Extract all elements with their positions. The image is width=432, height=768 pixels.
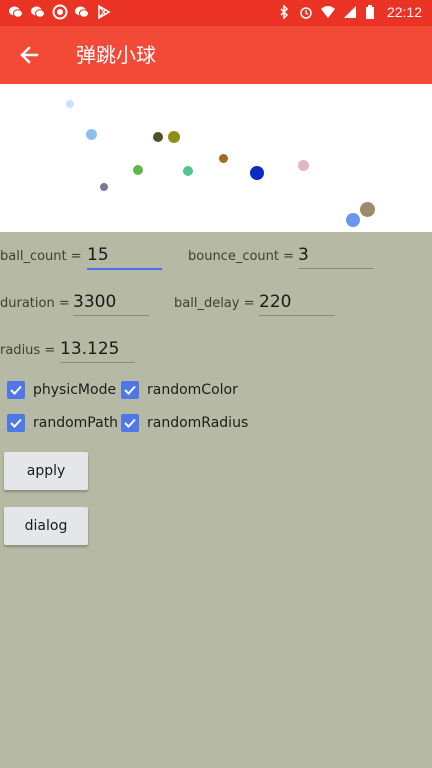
- bounce-count-label: bounce_count =: [188, 249, 295, 264]
- checkbox-random-path[interactable]: randomPath: [7, 414, 118, 432]
- bounce-count-field[interactable]: 3: [298, 242, 374, 269]
- wechat-icon: [8, 4, 24, 20]
- ball-count-field[interactable]: 15: [87, 242, 162, 270]
- bluetooth-icon: [277, 4, 291, 20]
- page-title: 弹跳小球: [76, 43, 156, 67]
- duration-label: duration =: [0, 296, 70, 311]
- ball: [133, 165, 143, 175]
- status-bar: 22:12: [0, 0, 432, 26]
- ball: [168, 131, 180, 143]
- ball: [183, 166, 193, 176]
- wechat-icon: [74, 4, 90, 20]
- signal-icon: [343, 5, 357, 19]
- checkbox-checked-icon: [121, 414, 139, 432]
- checkbox-checked-icon: [7, 414, 25, 432]
- app-bar: 弹跳小球: [0, 26, 432, 84]
- ball: [86, 129, 97, 140]
- wechat-icon: [30, 4, 46, 20]
- ball-canvas: [0, 84, 432, 232]
- ball: [298, 160, 309, 171]
- checkbox-physic-mode[interactable]: physicMode: [7, 381, 116, 399]
- battery-icon: [365, 5, 379, 19]
- circle-icon: [52, 4, 68, 20]
- wifi-icon: [320, 5, 335, 19]
- back-button[interactable]: [14, 40, 44, 70]
- checkbox-label: randomColor: [147, 382, 238, 398]
- checkbox-random-color[interactable]: randomColor: [121, 381, 238, 399]
- clock: 22:12: [386, 4, 422, 20]
- alarm-icon: [299, 5, 313, 19]
- ball: [100, 183, 108, 191]
- radius-field[interactable]: 13.125: [60, 336, 135, 363]
- checkbox-label: randomPath: [33, 415, 119, 431]
- apply-button[interactable]: apply: [4, 452, 88, 490]
- checkbox-checked-icon: [121, 381, 139, 399]
- arrow-back-icon: [14, 46, 44, 74]
- checkbox-label: randomRadius: [147, 415, 249, 431]
- ball: [250, 166, 264, 180]
- checkbox-label: physicMode: [33, 382, 117, 398]
- play-store-icon: [96, 4, 112, 20]
- ball: [346, 213, 360, 227]
- radius-label: radius =: [0, 343, 56, 358]
- ball: [153, 132, 163, 142]
- checkbox-checked-icon: [7, 381, 25, 399]
- dialog-button[interactable]: dialog: [4, 507, 88, 545]
- ball: [360, 202, 375, 217]
- checkbox-random-radius[interactable]: randomRadius: [121, 414, 248, 432]
- ball-delay-field[interactable]: 220: [259, 289, 335, 316]
- ball: [66, 100, 74, 108]
- ball-delay-label: ball_delay =: [174, 296, 255, 311]
- ball: [219, 154, 228, 163]
- ball-count-label: ball_count =: [0, 249, 82, 264]
- duration-field[interactable]: 3300: [73, 289, 149, 316]
